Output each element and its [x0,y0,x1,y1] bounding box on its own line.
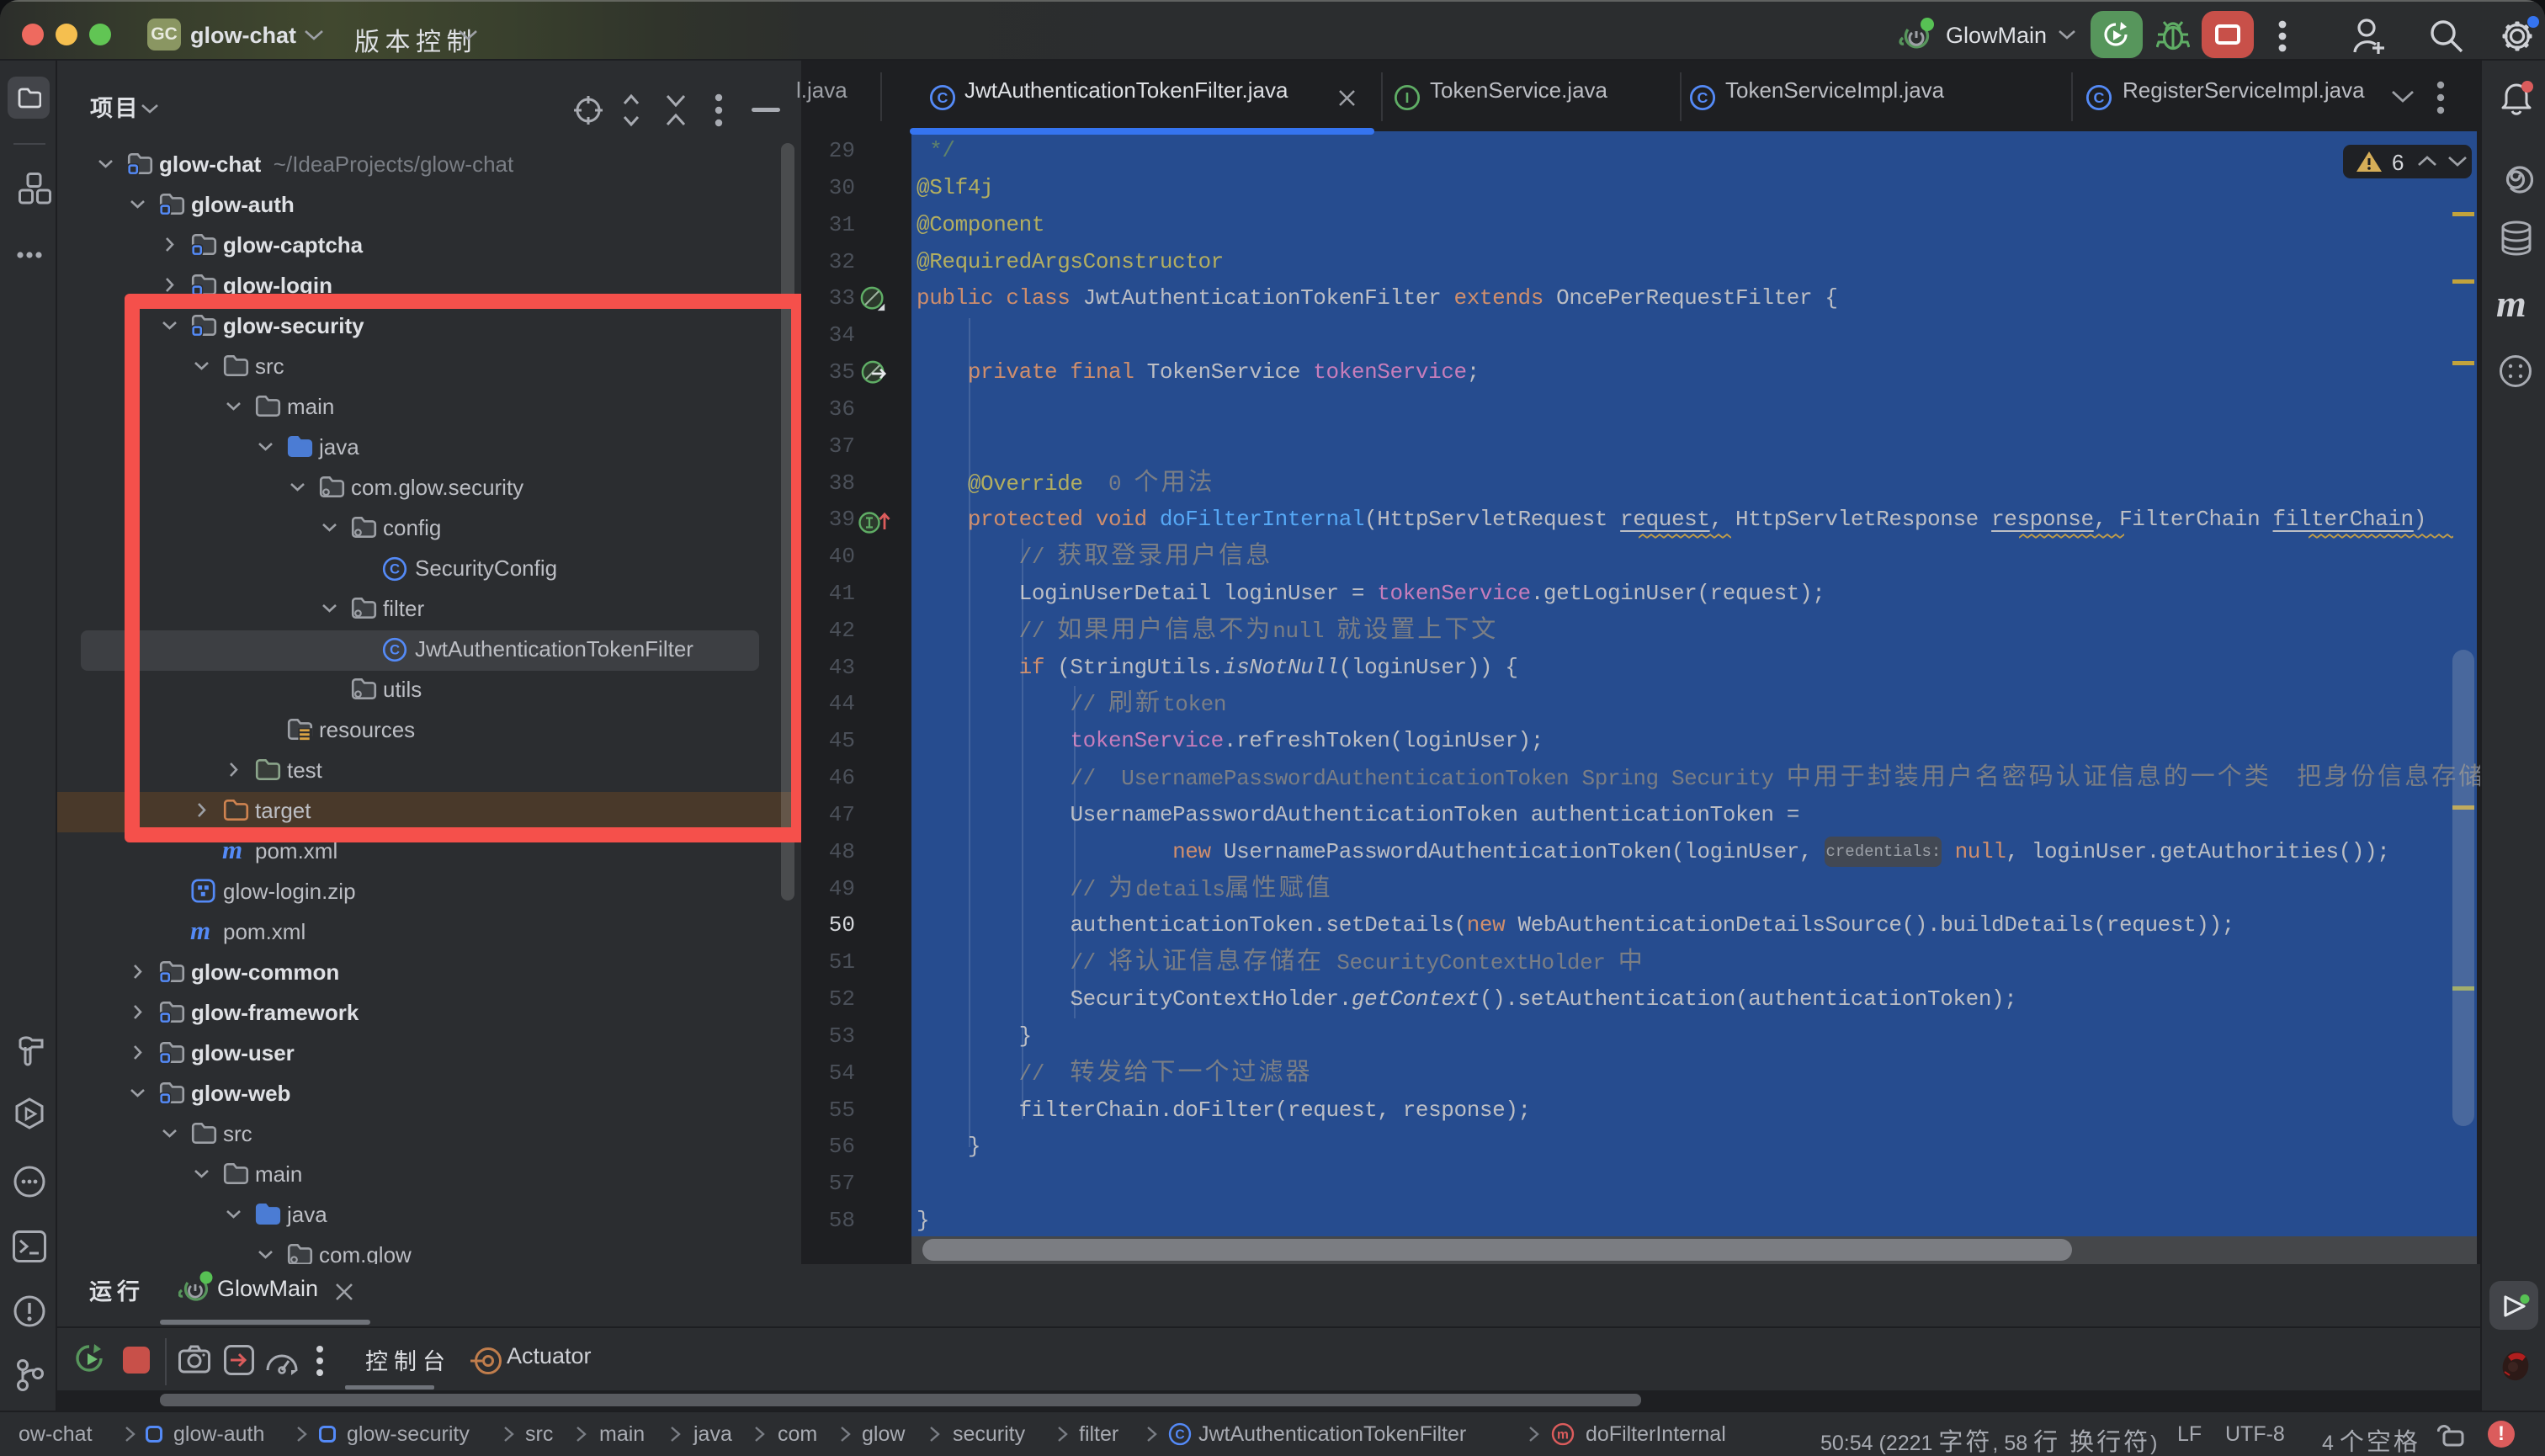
svg-text:C: C [1698,89,1708,106]
svg-text:C: C [1175,1427,1184,1442]
svg-text:C: C [938,89,948,106]
svg-text:m: m [1557,1427,1569,1442]
svg-text:I: I [1405,89,1410,106]
svg-text:C: C [2094,89,2105,106]
